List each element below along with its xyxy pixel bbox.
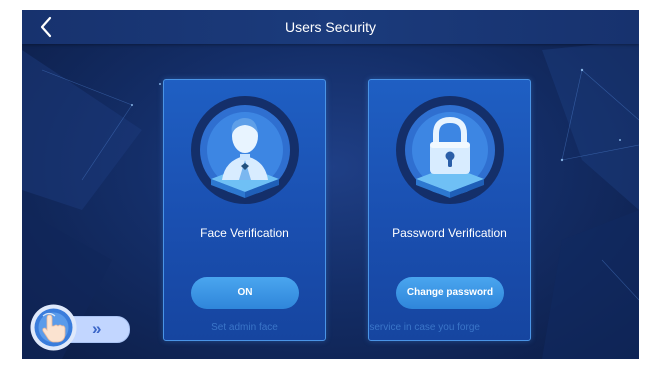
password-verification-title: Password Verification: [392, 226, 507, 240]
face-user-icon: [191, 96, 299, 204]
password-verification-card[interactable]: Password Verification Change password to…: [368, 79, 531, 341]
face-verification-title: Face Verification: [200, 226, 289, 240]
page-title: Users Security: [284, 19, 377, 35]
touch-hand-icon: [30, 304, 77, 351]
app-screen: Users Security Face Verification ON Set …: [22, 10, 639, 359]
forgot-password-hint[interactable]: tomer service in case you forge: [369, 322, 530, 333]
forgot-password-hint-text: tomer service in case you forge: [369, 322, 480, 333]
change-password-button[interactable]: Change password: [396, 277, 504, 309]
set-admin-face-hint[interactable]: Set admin face: [164, 322, 325, 333]
header-bar: Users Security: [22, 10, 639, 44]
face-verification-toggle-button[interactable]: ON: [191, 277, 299, 309]
face-verification-card[interactable]: Face Verification ON Set admin face: [163, 79, 326, 341]
floating-assistant-button[interactable]: »: [30, 304, 130, 351]
padlock-icon: [396, 96, 504, 204]
double-chevron-right-icon: »: [92, 319, 102, 338]
